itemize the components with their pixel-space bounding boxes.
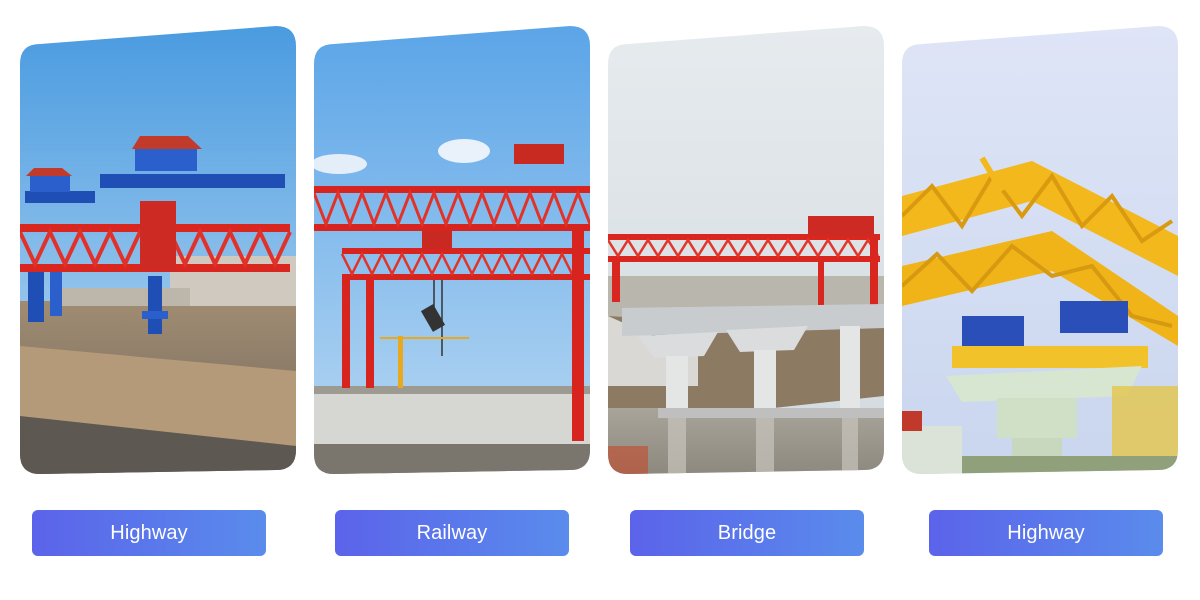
- railway-gantry-image: [314, 26, 590, 474]
- railway-button[interactable]: Railway: [335, 510, 569, 556]
- card-highway-photo[interactable]: [20, 26, 296, 474]
- bridge-erection-image: [608, 26, 884, 474]
- application-cards: Highway Railway Bridge Highway: [0, 0, 1200, 600]
- highway-launcher-image: [20, 26, 296, 474]
- highway-button-2[interactable]: Highway: [929, 510, 1163, 556]
- yellow-launcher-image: [902, 26, 1178, 474]
- card-bridge-photo[interactable]: [608, 26, 884, 474]
- bridge-button[interactable]: Bridge: [630, 510, 864, 556]
- highway-button[interactable]: Highway: [32, 510, 266, 556]
- card-railway-photo[interactable]: [314, 26, 590, 474]
- card-highway-yellow-photo[interactable]: [902, 26, 1178, 474]
